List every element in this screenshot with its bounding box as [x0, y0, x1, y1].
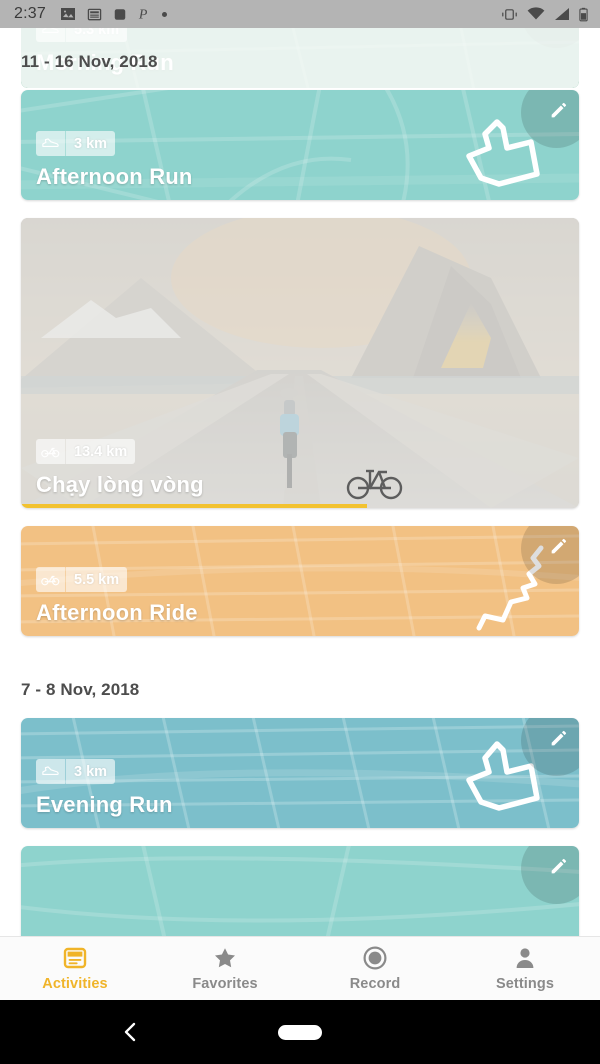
- edit-activity-button[interactable]: [521, 526, 579, 584]
- pencil-icon: [551, 538, 567, 554]
- person-icon: [516, 948, 534, 968]
- date-group-header: 7 - 8 Nov, 2018: [21, 680, 140, 699]
- status-bar-system-icons: [501, 7, 592, 22]
- running-shoe-icon: [36, 759, 65, 784]
- activity-title: Evening Run: [36, 792, 173, 817]
- activity-card-afternoon-run[interactable]: 3 km Afternoon Run: [21, 90, 579, 200]
- bicycle-icon: [36, 567, 65, 592]
- android-navigation-bar: [0, 1000, 600, 1064]
- edit-activity-button[interactable]: [521, 846, 579, 904]
- app-square-icon: [114, 8, 126, 20]
- bicycle-icon: [36, 439, 65, 464]
- back-chevron-icon[interactable]: [120, 1021, 142, 1043]
- distance-badge: 13.4 km: [36, 439, 136, 464]
- cellular-signal-icon: [555, 8, 569, 20]
- pencil-icon: [551, 858, 567, 874]
- tab-label: Record: [349, 976, 401, 992]
- distance-value: 5.5 km: [66, 567, 128, 592]
- activity-card-list: 3 km Afternoon Run 13.4 km Chạy lòng vòn…: [0, 90, 600, 956]
- tab-record[interactable]: Record: [300, 945, 450, 992]
- record-circle-icon: [363, 946, 387, 970]
- image-icon: [60, 8, 75, 20]
- activities-card-icon: [63, 947, 87, 969]
- tab-activities[interactable]: Activities: [0, 945, 150, 992]
- dot-indicator-icon: [161, 11, 167, 17]
- bicycle-icon: [346, 469, 403, 500]
- activity-list-scroll[interactable]: 5.3 km Morning Run 11 - 16 Nov, 2018: [0, 28, 600, 1000]
- activity-card-evening-run[interactable]: 3 km Evening Run: [21, 718, 579, 828]
- activity-title: Chạy lòng vòng: [36, 472, 204, 497]
- svg-text:P: P: [138, 7, 148, 22]
- edit-activity-button[interactable]: [521, 90, 579, 148]
- distance-badge: 3 km: [36, 131, 116, 156]
- photo-overlay: [21, 218, 579, 508]
- upload-progress-fill: [21, 504, 367, 508]
- tab-settings[interactable]: Settings: [450, 945, 600, 992]
- pencil-icon: [551, 730, 567, 746]
- distance-value: 3 km: [66, 131, 116, 156]
- distance-value: 13.4 km: [66, 439, 136, 464]
- tab-label: Activities: [42, 976, 108, 992]
- star-icon: [215, 948, 235, 968]
- distance-value: 3 km: [66, 759, 116, 784]
- running-shoe-icon: [36, 131, 65, 156]
- activity-card-chay-long-vong[interactable]: 13.4 km Chạy lòng vòng: [21, 218, 579, 508]
- tab-label: Settings: [496, 976, 554, 992]
- tab-label: Favorites: [192, 976, 258, 992]
- status-bar-clock: 2:37: [14, 5, 46, 22]
- bottom-tab-bar: Activities Favorites Record Settings: [0, 936, 600, 1000]
- pencil-icon: [551, 102, 567, 118]
- distance-badge: 3 km: [36, 759, 116, 784]
- activity-title: Afternoon Run: [36, 164, 193, 189]
- date-group-header: 11 - 16 Nov, 2018: [21, 52, 158, 71]
- upload-progress-bar: [21, 504, 579, 508]
- pinterest-p-icon: P: [138, 7, 148, 22]
- article-icon: [87, 8, 102, 20]
- home-pill-icon[interactable]: [278, 1024, 322, 1040]
- wifi-icon: [527, 7, 545, 20]
- status-bar: 2:37 P: [0, 0, 600, 28]
- vibrate-icon: [502, 8, 517, 20]
- tab-favorites[interactable]: Favorites: [150, 945, 300, 992]
- activity-title: Afternoon Ride: [36, 600, 198, 625]
- activity-card-afternoon-ride[interactable]: 5.5 km Afternoon Ride: [21, 526, 579, 636]
- status-bar-notification-icons: P: [60, 6, 167, 23]
- battery-icon: [579, 7, 588, 21]
- edit-activity-button[interactable]: [521, 718, 579, 776]
- sticky-date-header-region: 5.3 km Morning Run 11 - 16 Nov, 2018: [0, 28, 600, 90]
- distance-badge: 5.5 km: [36, 567, 128, 592]
